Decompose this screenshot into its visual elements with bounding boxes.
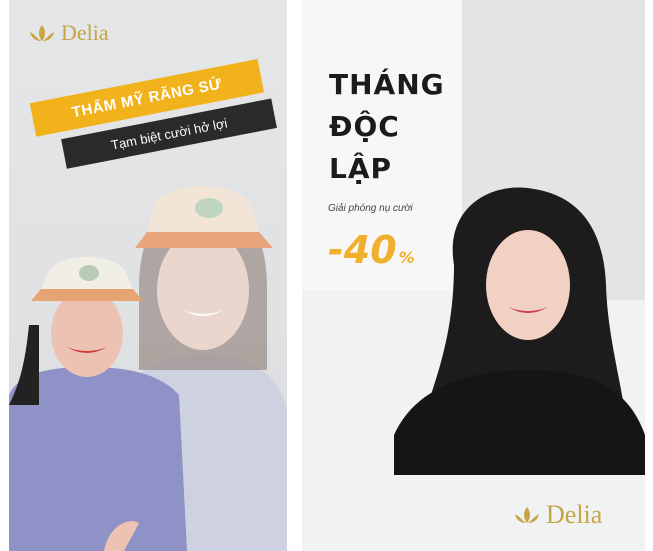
logo-text: Delia [546, 500, 603, 529]
headline-line-2: ĐỘC [329, 110, 400, 143]
lotus-icon [30, 25, 54, 41]
delia-logo: Delia [27, 22, 109, 44]
discount-value: -40 [328, 228, 397, 272]
subline-text: Tạm biệt cười hở lợi [109, 114, 229, 153]
headline-line-3: LẬP [329, 152, 393, 185]
delia-logo-bottom: Delia [512, 500, 603, 529]
headline-line-1: THÁNG [329, 68, 445, 101]
left-ad-banner: Delia THẨM MỸ RĂNG SỨ Tạm biệt cười hở l… [9, 0, 287, 551]
logo-text: Delia [61, 20, 109, 45]
lotus-icon [515, 507, 539, 523]
right-ad-banner: THÁNG ĐỘC LẬP Giải phóng nụ cười -40% De… [302, 0, 645, 551]
foreground-portrait [9, 257, 187, 551]
model-portrait [394, 187, 645, 475]
